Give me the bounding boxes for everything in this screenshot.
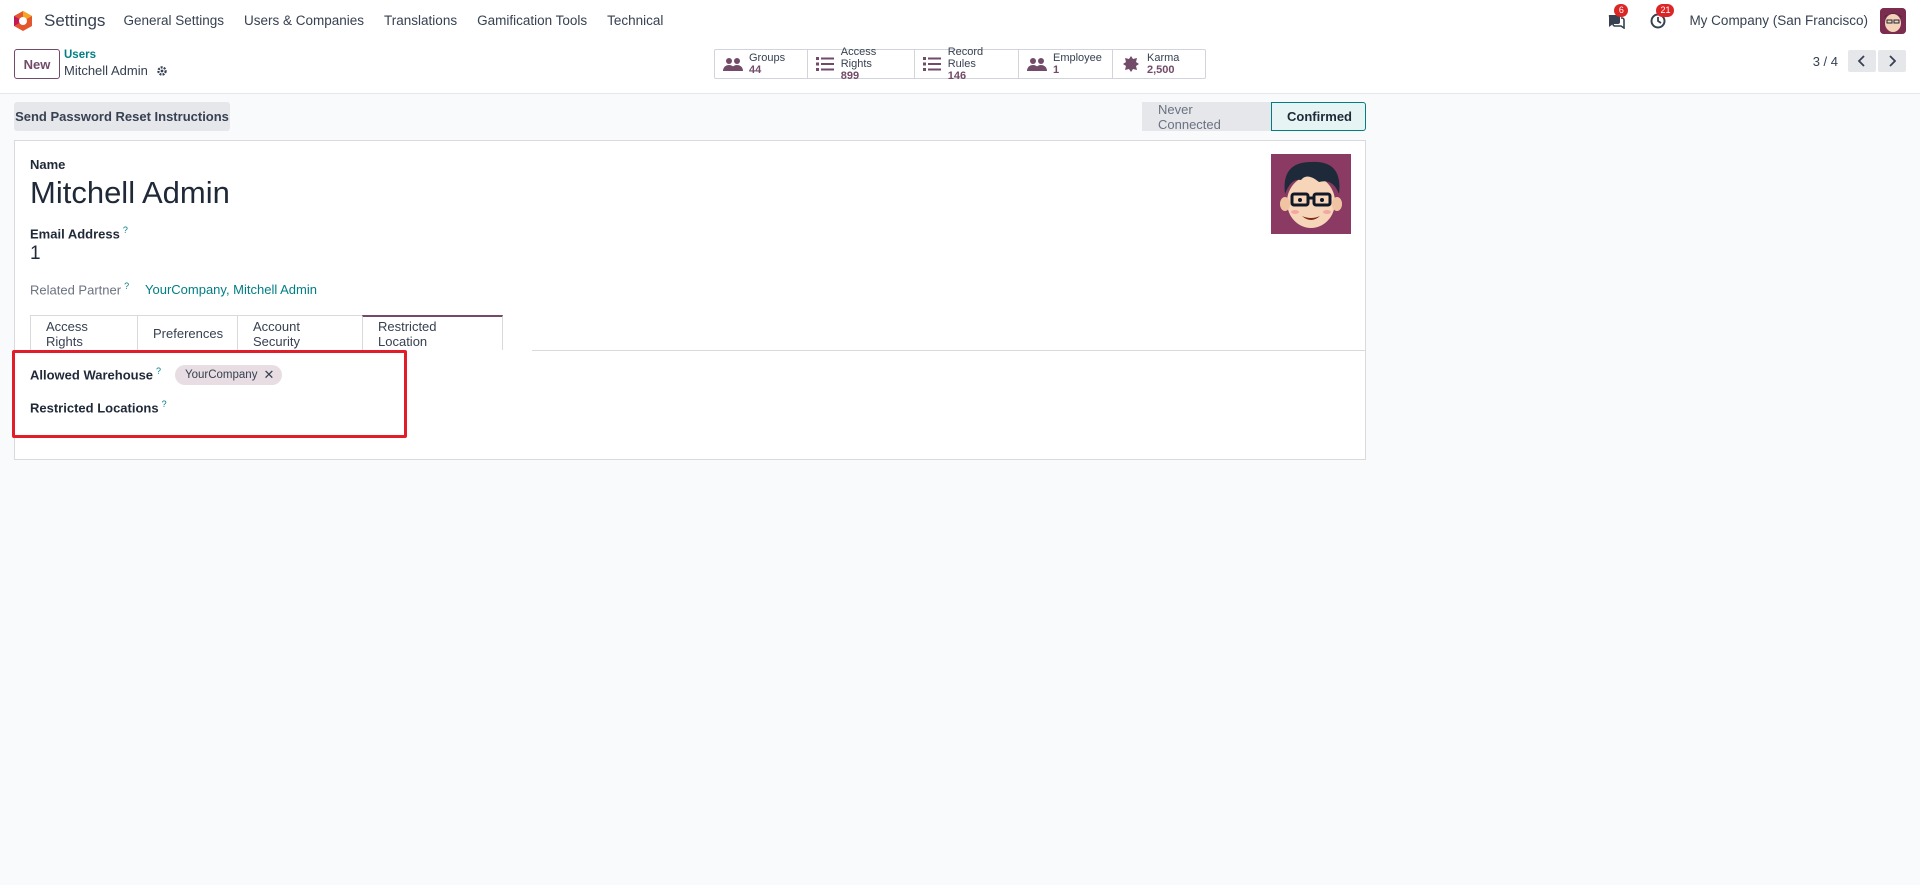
menu-users-companies[interactable]: Users & Companies [244,13,364,28]
email-help-icon[interactable]: ? [123,225,128,235]
stat-value: 1 [1053,64,1060,76]
stat-value: 146 [947,70,967,82]
app-logo-icon[interactable] [12,10,34,32]
chevron-right-icon [1889,55,1896,67]
new-button[interactable]: New [14,49,60,79]
users-icon [723,56,743,72]
menu-technical[interactable]: Technical [607,13,663,28]
tab-restricted-location[interactable]: Restricted Location [362,315,503,351]
chevron-left-icon [1858,55,1865,67]
list-icon [923,56,942,72]
form-sheet: Name Mitchell Admin Email Address? 1 Rel… [12,140,1366,460]
tab-preferences[interactable]: Preferences [137,315,238,351]
send-password-reset-button[interactable]: Send Password Reset Instructions [14,102,230,131]
stat-label: Access Rights [840,46,877,70]
menu-translations[interactable]: Translations [384,13,457,28]
messages-button[interactable]: 6 [1605,3,1629,32]
status-bar: Never Connected Confirmed [1142,102,1366,132]
menu-gamification-tools[interactable]: Gamification Tools [477,13,587,28]
name-field[interactable]: Mitchell Admin [30,175,230,211]
stat-value: 899 [840,70,860,82]
list-icon [816,56,835,72]
status-confirmed[interactable]: Confirmed [1271,102,1366,131]
avatar-face-icon [1880,7,1906,34]
record-title: Mitchell Admin [64,63,148,78]
gear-icon[interactable] [156,65,168,77]
notebook-tabs: Access Rights Preferences Account Securi… [30,315,503,351]
stat-value: 2,500 [1147,64,1175,76]
menu-general-settings[interactable]: General Settings [123,13,224,28]
email-label: Email Address? [30,225,128,241]
tab-account-security[interactable]: Account Security [237,315,363,351]
karma-stat-button[interactable]: Karma 2,500 [1113,50,1205,78]
activities-button[interactable]: 21 [1647,3,1675,32]
pager: 3 / 4 [1813,50,1906,72]
email-label-text: Email Address [30,226,120,242]
control-panel: New Users Mitchell Admin Groups 44 Access… [0,41,1920,94]
avatar-face-icon [1271,154,1351,234]
related-partner-label: Related Partner? [30,281,129,297]
tab-access-rights[interactable]: Access Rights [30,315,138,351]
activities-badge: 21 [1656,3,1675,17]
messages-badge: 6 [1614,3,1629,17]
stat-label: Groups [749,52,786,64]
top-navbar: Settings General Settings Users & Compan… [0,0,1920,41]
active-tab-connector [392,350,532,351]
access-rights-stat-button[interactable]: Access Rights 899 [808,46,915,82]
email-field[interactable]: 1 [30,243,41,265]
pager-previous-button[interactable] [1848,50,1876,72]
pager-value[interactable]: 3 / 4 [1813,54,1838,69]
smart-buttons: Groups 44 Access Rights 899 Record Rules 14… [714,46,1206,82]
pager-next-button[interactable] [1878,50,1906,72]
groups-stat-button[interactable]: Groups 44 [715,50,808,78]
name-label: Name [30,157,66,172]
navbar-systray: 6 21 My Company (San Francisco) [1605,0,1920,41]
stat-value: 44 [749,64,762,76]
related-partner-label-text: Related Partner [30,282,122,298]
breadcrumb-users[interactable]: Users [64,49,96,61]
user-avatar[interactable] [1880,7,1906,34]
record-rules-stat-button[interactable]: Record Rules 146 [915,46,1019,82]
badge-icon [1121,56,1141,72]
stat-label: Record Rules [947,46,984,70]
users-icon [1027,56,1047,72]
stat-label: Karma [1147,52,1180,64]
user-photo[interactable] [1271,154,1351,234]
related-partner-link[interactable]: YourCompany, Mitchell Admin [145,282,317,297]
partner-help-icon[interactable]: ? [124,281,129,291]
breadcrumb-current: Mitchell Admin [64,63,168,78]
status-never-connected[interactable]: Never Connected [1142,102,1271,132]
company-switcher[interactable]: My Company (San Francisco) [1689,13,1868,28]
highlight-box [12,350,407,438]
app-name[interactable]: Settings [44,11,105,31]
stat-label: Employee [1053,52,1102,64]
employee-stat-button[interactable]: Employee 1 [1019,50,1113,78]
